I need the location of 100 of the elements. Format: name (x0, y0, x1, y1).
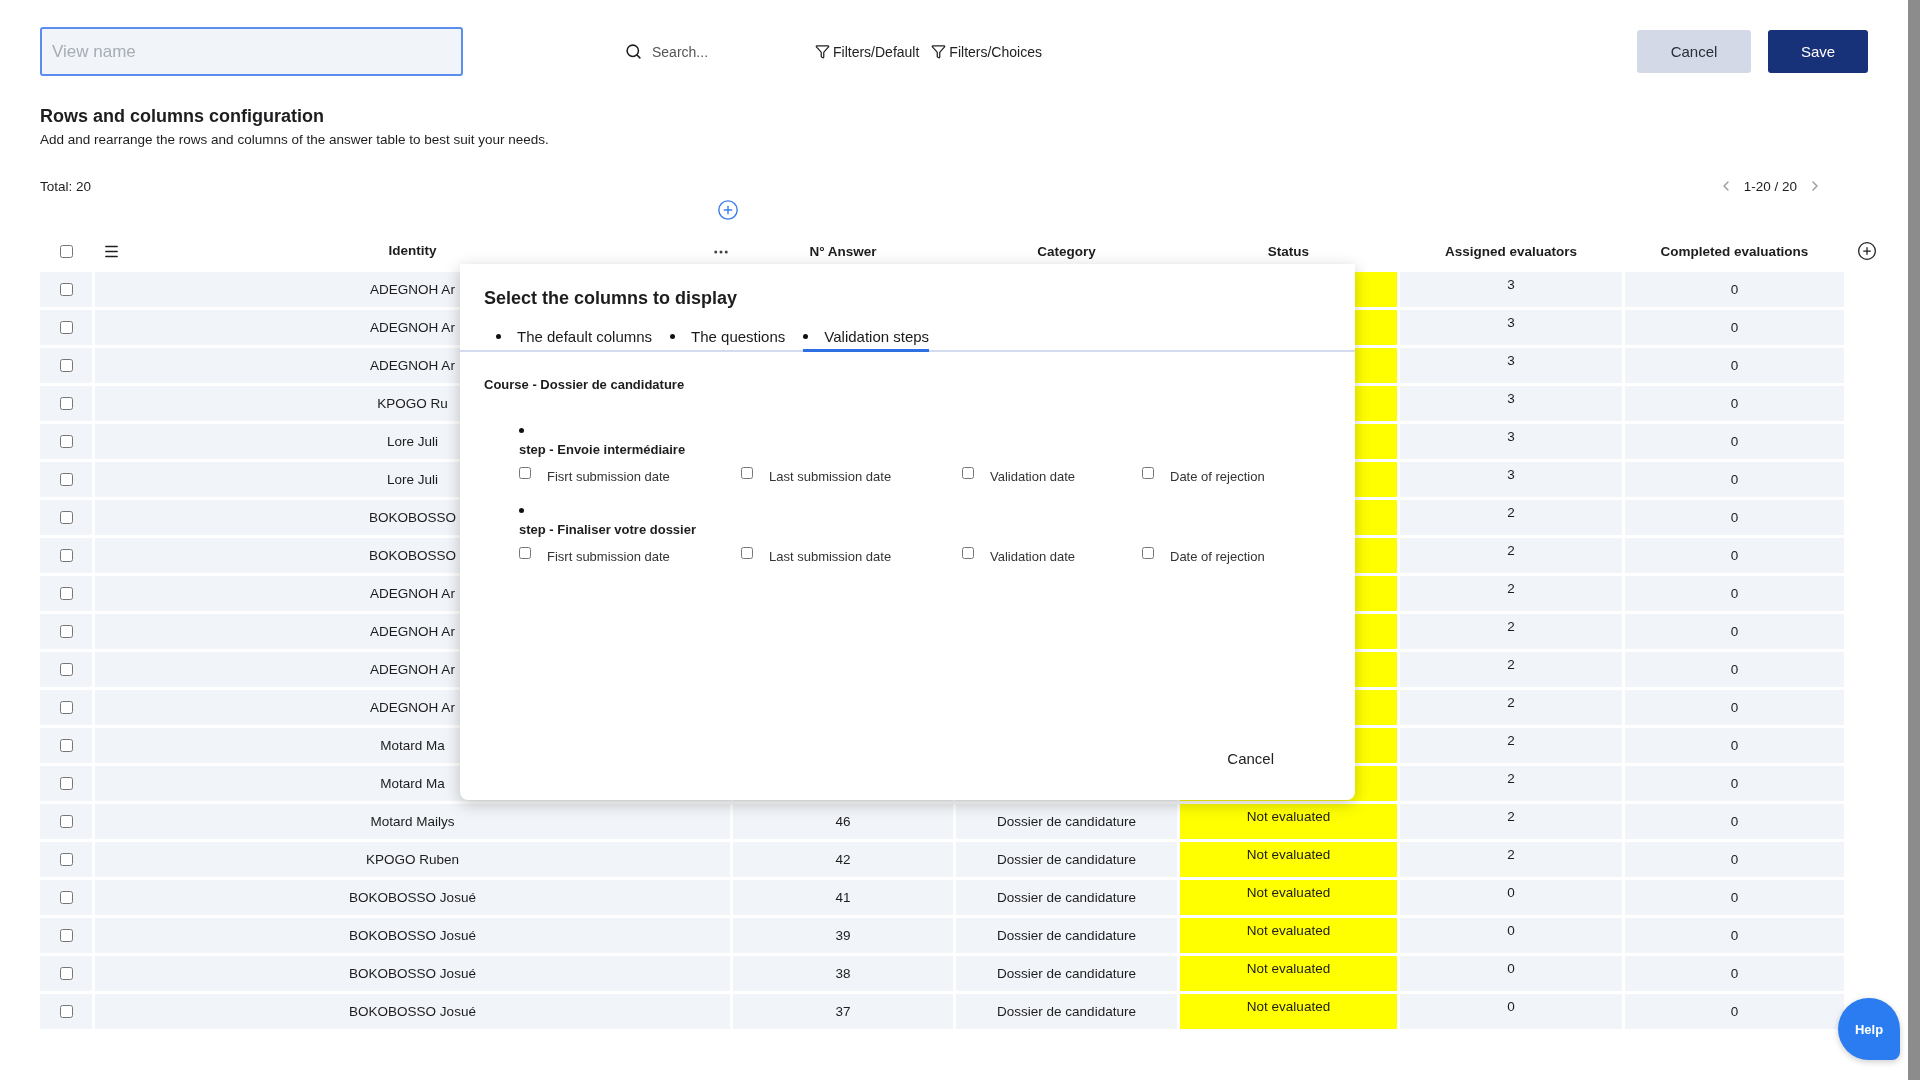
scrollbar[interactable] (1908, 0, 1920, 1080)
help-button[interactable]: Help (1838, 998, 1900, 1060)
status-cell: Not evaluated (1180, 918, 1397, 953)
table-cell: 0 (1625, 880, 1844, 915)
dialog-cancel-button[interactable]: Cancel (1221, 749, 1280, 768)
table-cell: Motard Mailys (95, 804, 730, 839)
table-cell: 0 (1625, 690, 1844, 725)
column-option[interactable]: Last submission date (741, 469, 962, 484)
option-checkbox[interactable] (1142, 466, 1154, 479)
row-checkbox[interactable] (59, 511, 73, 524)
option-checkbox[interactable] (1142, 546, 1154, 559)
option-checkbox[interactable] (519, 546, 531, 559)
table-cell: 0 (1625, 842, 1844, 877)
option-checkbox[interactable] (741, 546, 753, 559)
table-cell: 0 (1625, 538, 1844, 573)
row-checkbox[interactable] (59, 815, 73, 828)
row-checkbox[interactable] (59, 777, 73, 790)
row-checkbox[interactable] (59, 967, 73, 980)
column-option[interactable]: Last submission date (741, 549, 962, 564)
search-field[interactable]: Search... (650, 42, 800, 61)
select-all-checkbox[interactable] (59, 244, 73, 258)
table-cell: 0 (1400, 956, 1622, 991)
row-checkbox[interactable] (59, 853, 73, 866)
table-cell: BOKOBOSSO Josué (95, 880, 730, 915)
save-button[interactable]: Save (1768, 30, 1868, 73)
table-cell: 0 (1625, 994, 1844, 1029)
table-cell: 0 (1625, 310, 1844, 345)
table-cell: 3 (1400, 386, 1622, 421)
table-cell: 2 (1400, 614, 1622, 649)
option-checkbox[interactable] (962, 546, 974, 559)
option-checkbox[interactable] (962, 466, 974, 479)
table-cell: Dossier de candidature (956, 804, 1177, 839)
table-cell: 3 (1400, 424, 1622, 459)
table-cell: BOKOBOSSO Josué (95, 994, 730, 1029)
table-cell: 3 (1400, 462, 1622, 497)
table-cell: 2 (1400, 500, 1622, 535)
table-cell: 42 (733, 842, 953, 877)
row-checkbox[interactable] (59, 435, 73, 448)
table-cell: 0 (1400, 880, 1622, 915)
filter-link[interactable]: Filters/Default (815, 43, 920, 60)
table-cell: 0 (1625, 348, 1844, 383)
bullet-icon (519, 508, 524, 513)
table-cell: 0 (1625, 652, 1844, 687)
table-cell: Dossier de candidature (956, 994, 1177, 1029)
option-checkbox[interactable] (741, 466, 753, 479)
column-option[interactable]: Validation date (962, 549, 1142, 564)
total-count: Total: 20 (40, 178, 92, 194)
table-cell: 2 (1400, 690, 1622, 725)
dialog-tab[interactable]: Validation steps (803, 324, 930, 352)
table-cell: 0 (1625, 462, 1844, 497)
column-option[interactable]: Validation date (962, 469, 1142, 484)
table-cell: 0 (1625, 728, 1844, 763)
option-checkbox[interactable] (519, 466, 531, 479)
status-cell: Not evaluated (1180, 956, 1397, 991)
status-cell: Not evaluated (1180, 994, 1397, 1029)
table-cell: Dossier de candidature (956, 918, 1177, 953)
row-checkbox[interactable] (59, 739, 73, 752)
table-cell: BOKOBOSSO Josué (95, 918, 730, 953)
cancel-button[interactable]: Cancel (1637, 30, 1751, 73)
view-name-field[interactable]: View name (40, 27, 463, 76)
row-checkbox[interactable] (59, 397, 73, 410)
column-option[interactable]: Date of rejection (1142, 549, 1342, 564)
filter-link[interactable]: Filters/Choices (931, 43, 1042, 60)
row-checkbox[interactable] (59, 929, 73, 942)
row-checkbox[interactable] (59, 359, 73, 372)
column-header: Status (1267, 243, 1310, 259)
row-checkbox[interactable] (59, 283, 73, 296)
bullet-icon (803, 334, 809, 339)
row-checkbox[interactable] (59, 891, 73, 904)
table-cell: 37 (733, 994, 953, 1029)
page-range: 1-20 / 20 (1743, 178, 1797, 194)
step-title: step - Finaliser votre dossier (519, 522, 697, 537)
table-cell: BOKOBOSSO Josué (95, 956, 730, 991)
column-option[interactable]: Date of rejection (1142, 469, 1342, 484)
table-cell: 0 (1625, 272, 1844, 307)
search-icon (625, 43, 642, 60)
table-cell: 2 (1400, 538, 1622, 573)
row-checkbox[interactable] (59, 701, 73, 714)
table-cell: 2 (1400, 576, 1622, 611)
column-header: Category (1037, 243, 1096, 259)
table-cell: 0 (1625, 500, 1844, 535)
row-checkbox[interactable] (59, 1005, 73, 1018)
table-cell: 0 (1625, 956, 1844, 991)
filter-icon (815, 44, 830, 59)
table-cell: 39 (733, 918, 953, 953)
row-checkbox[interactable] (59, 549, 73, 562)
status-cell: Not evaluated (1180, 804, 1397, 839)
bullet-icon (670, 334, 676, 339)
row-checkbox[interactable] (59, 625, 73, 638)
row-checkbox[interactable] (59, 473, 73, 486)
table-cell: 0 (1625, 576, 1844, 611)
row-checkbox[interactable] (59, 587, 73, 600)
table-cell: 0 (1400, 994, 1622, 1029)
add-column-icon[interactable] (1857, 241, 1877, 261)
row-checkbox[interactable] (59, 663, 73, 676)
status-cell: Not evaluated (1180, 880, 1397, 915)
table-cell: 3 (1400, 348, 1622, 383)
table-cell: 0 (1625, 386, 1844, 421)
row-checkbox[interactable] (59, 321, 73, 334)
table-cell: 0 (1625, 804, 1844, 839)
